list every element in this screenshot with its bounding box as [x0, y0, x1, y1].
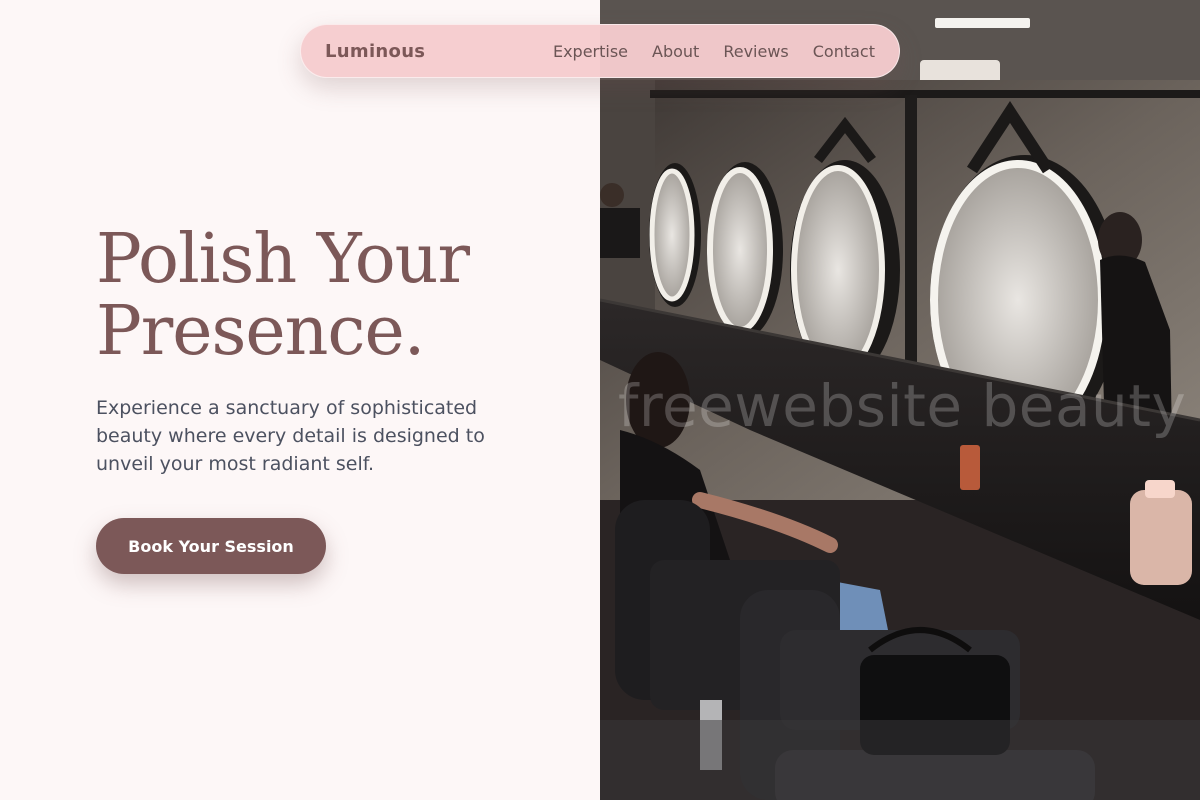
image-watermark: freewebsite beauty: [618, 372, 1187, 440]
nav-links: Expertise About Reviews Contact: [553, 42, 875, 61]
hero-title-line-1: Polish Your: [96, 220, 470, 299]
nav-link-expertise[interactable]: Expertise: [553, 42, 628, 61]
brand-logo[interactable]: Luminous: [325, 41, 425, 62]
nav-link-contact[interactable]: Contact: [813, 42, 875, 61]
salon-hero-image: freewebsite beauty: [600, 0, 1200, 800]
nav-link-reviews[interactable]: Reviews: [723, 42, 788, 61]
hero-description: Experience a sanctuary of sophisticated …: [96, 397, 485, 475]
nav-link-about[interactable]: About: [652, 42, 699, 61]
top-navbar: Luminous Expertise About Reviews Contact: [300, 24, 900, 78]
hero-title-line-2: Presence.: [96, 292, 425, 371]
book-session-button[interactable]: Book Your Session: [96, 518, 326, 574]
hero-title: Polish Your Presence.: [96, 224, 556, 368]
